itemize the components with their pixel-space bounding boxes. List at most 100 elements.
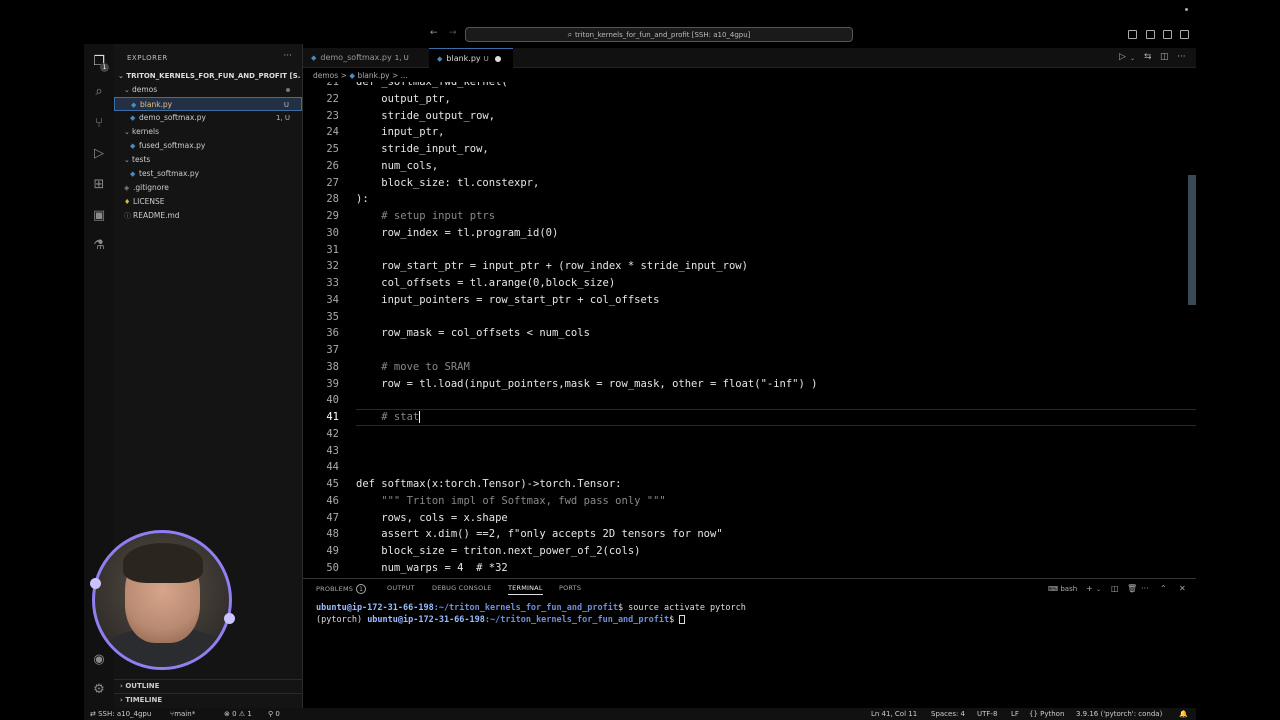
compare-changes-icon[interactable]: ⇆ — [1144, 52, 1152, 62]
line-number: 30 — [326, 226, 339, 239]
line-number: 42 — [326, 427, 339, 440]
tree-file-gitignore[interactable]: ◈ .gitignore — [114, 181, 302, 195]
more-actions-icon[interactable]: ··· — [1141, 584, 1149, 593]
code-editor[interactable]: 21 def _softmax_fwd_kernel(22 output_ptr,… — [303, 82, 1196, 576]
code-line[interactable]: input_pointers = row_start_ptr + col_off… — [356, 292, 659, 309]
terminal-shell[interactable]: ⌨ bash — [1048, 585, 1077, 593]
status-bar: ⇄ SSH: a10_4gpu ⑂main* ⊗ 0 ⚠ 1 ⚲ 0 Ln 41… — [84, 708, 1196, 720]
code-line[interactable]: stride_output_row, — [356, 108, 495, 125]
remote-explorer-icon[interactable]: ▣ — [91, 208, 107, 224]
ports-indicator[interactable]: ⚲ 0 — [268, 708, 280, 720]
code-line[interactable]: """ Triton impl of Softmax, fwd pass onl… — [356, 493, 665, 510]
timeline-section[interactable]: › TIMELINE — [114, 693, 302, 706]
tab-problems[interactable]: PROBLEMS 1 — [316, 584, 367, 594]
code-line[interactable]: col_offsets = tl.arange(0,block_size) — [356, 275, 615, 292]
notifications-bell-icon[interactable]: 🔔 — [1179, 708, 1188, 720]
split-terminal-icon[interactable]: ◫ — [1111, 584, 1119, 593]
end-of-line[interactable]: LF — [1011, 708, 1019, 720]
source-control-icon[interactable]: ⑂ — [91, 116, 107, 132]
outline-section[interactable]: › OUTLINE — [114, 679, 302, 692]
code-line[interactable]: stride_input_row, — [356, 141, 488, 158]
line-number: 40 — [326, 394, 339, 407]
python-interpreter[interactable]: 3.9.16 ('pytorch': conda) — [1076, 708, 1162, 720]
code-line[interactable]: rows, cols = x.shape — [356, 510, 507, 527]
code-line[interactable]: input_ptr, — [356, 124, 444, 141]
code-line[interactable]: # move to SRAM — [356, 359, 470, 376]
code-line[interactable]: block_size = triton.next_power_of_2(cols… — [356, 543, 640, 560]
gitignore-icon: ◈ — [124, 184, 130, 192]
problems-indicator[interactable]: ⊗ 0 ⚠ 1 — [224, 708, 252, 720]
code-line[interactable]: assert x.dim() ==2, f"only accepts 2D te… — [356, 526, 722, 543]
breadcrumb-demos[interactable]: demos — [313, 71, 338, 80]
maximize-panel-icon[interactable]: ⌃ — [1160, 584, 1167, 593]
toggle-sidebar-icon[interactable] — [1128, 30, 1137, 39]
branch-indicator[interactable]: ⑂main* — [170, 708, 195, 720]
editor-scrollbar[interactable] — [1188, 175, 1196, 305]
split-editor-icon[interactable]: ◫ — [1160, 52, 1169, 62]
tree-file-license[interactable]: ♦ LICENSE — [114, 195, 302, 209]
encoding[interactable]: UTF-8 — [977, 708, 997, 720]
code-line[interactable]: row_start_ptr = input_ptr + (row_index *… — [356, 258, 748, 275]
workspace-root[interactable]: ⌄ TRITON_KERNELS_FOR_FUN_AND_PROFIT [S..… — [118, 72, 300, 80]
toggle-secondary-sidebar-icon[interactable] — [1163, 30, 1172, 39]
unsaved-dot-icon[interactable] — [494, 55, 501, 62]
code-line[interactable]: block_size: tl.constexpr, — [356, 175, 539, 192]
line-number: 41 — [326, 411, 339, 423]
code-line[interactable]: row_mask = col_offsets < num_cols — [356, 325, 590, 342]
tab-demo-softmax[interactable]: ◆ demo_softmax.py 1, U — [303, 48, 428, 68]
extensions-icon[interactable]: ⊞ — [91, 177, 107, 193]
tab-output[interactable]: OUTPUT — [387, 584, 415, 592]
tree-folder-kernels[interactable]: ⌄ kernels — [114, 125, 302, 139]
tree-file-readme[interactable]: ⓘ README.md — [114, 209, 302, 223]
code-line[interactable]: ): — [356, 191, 369, 208]
tab-terminal[interactable]: TERMINAL — [508, 584, 543, 595]
manage-gear-icon[interactable]: ⚙ — [91, 682, 107, 698]
line-number: 44 — [326, 461, 339, 474]
cursor-position[interactable]: Ln 41, Col 11 — [871, 708, 917, 720]
new-terminal-icon[interactable]: + — [1086, 584, 1093, 593]
line-number: 48 — [326, 528, 339, 541]
explorer-icon[interactable]: ❐ 1 — [91, 54, 109, 72]
python-file-icon: ◆ — [130, 170, 136, 178]
more-actions-icon[interactable]: ··· — [283, 51, 292, 61]
code-line[interactable]: row_index = tl.program_id(0) — [356, 225, 558, 242]
remote-indicator[interactable]: ⇄ SSH: a10_4gpu — [90, 708, 151, 720]
testing-icon[interactable]: ⚗ — [91, 238, 107, 254]
code-line[interactable]: output_ptr, — [356, 91, 451, 108]
indentation[interactable]: Spaces: 4 — [931, 708, 965, 720]
code-line[interactable]: num_warps = 4 # *32 — [356, 560, 507, 576]
close-panel-icon[interactable]: ✕ — [1179, 584, 1186, 593]
tree-file-blank[interactable]: ◆ blank.py U — [114, 97, 302, 111]
search-icon[interactable]: ⌕ — [91, 84, 107, 100]
tree-file-fused-softmax[interactable]: ◆ fused_softmax.py — [114, 139, 302, 153]
line-number: 26 — [326, 159, 339, 172]
arrow-right-icon[interactable]: → — [449, 28, 457, 38]
chevron-down-icon[interactable]: ⌄ — [1130, 55, 1135, 62]
tab-ports[interactable]: PORTS — [559, 584, 581, 592]
command-center[interactable]: ⌕ triton_kernels_for_fun_and_profit [SSH:… — [465, 27, 853, 42]
breadcrumb-blank[interactable]: blank.py — [357, 71, 389, 80]
tree-folder-demos[interactable]: ⌄ demos — [114, 83, 302, 97]
chevron-down-icon[interactable]: ⌄ — [1096, 586, 1101, 593]
code-line[interactable]: def _softmax_fwd_kernel( — [356, 82, 508, 91]
code-line-current[interactable]: # stat — [356, 409, 419, 426]
run-debug-icon[interactable]: ▷ — [91, 146, 107, 162]
code-line[interactable]: num_cols, — [356, 158, 438, 175]
language-mode[interactable]: {} Python — [1029, 708, 1064, 720]
arrow-left-icon[interactable]: ← — [430, 28, 438, 38]
kill-terminal-icon[interactable]: 🗑 — [1127, 584, 1137, 593]
tab-debug-console[interactable]: DEBUG CONSOLE — [432, 584, 492, 592]
tab-blank[interactable]: ◆ blank.py U — [429, 48, 513, 68]
customize-layout-icon[interactable] — [1180, 30, 1189, 39]
tree-folder-tests[interactable]: ⌄ tests — [114, 153, 302, 167]
code-line[interactable]: # setup input ptrs — [356, 208, 495, 225]
line-number: 34 — [326, 293, 339, 306]
problems-badge: 1 — [356, 584, 367, 594]
toggle-panel-icon[interactable] — [1146, 30, 1155, 39]
more-actions-icon[interactable]: ··· — [1177, 52, 1186, 62]
code-line[interactable]: row = tl.load(input_pointers,mask = row_… — [356, 376, 817, 393]
tree-file-demo-softmax[interactable]: ◆ demo_softmax.py 1, U — [114, 111, 302, 125]
code-line[interactable]: def softmax(x:torch.Tensor)->torch.Tenso… — [356, 476, 622, 493]
tree-file-test-softmax[interactable]: ◆ test_softmax.py — [114, 167, 302, 181]
run-file-icon[interactable]: ▷ — [1119, 52, 1126, 62]
